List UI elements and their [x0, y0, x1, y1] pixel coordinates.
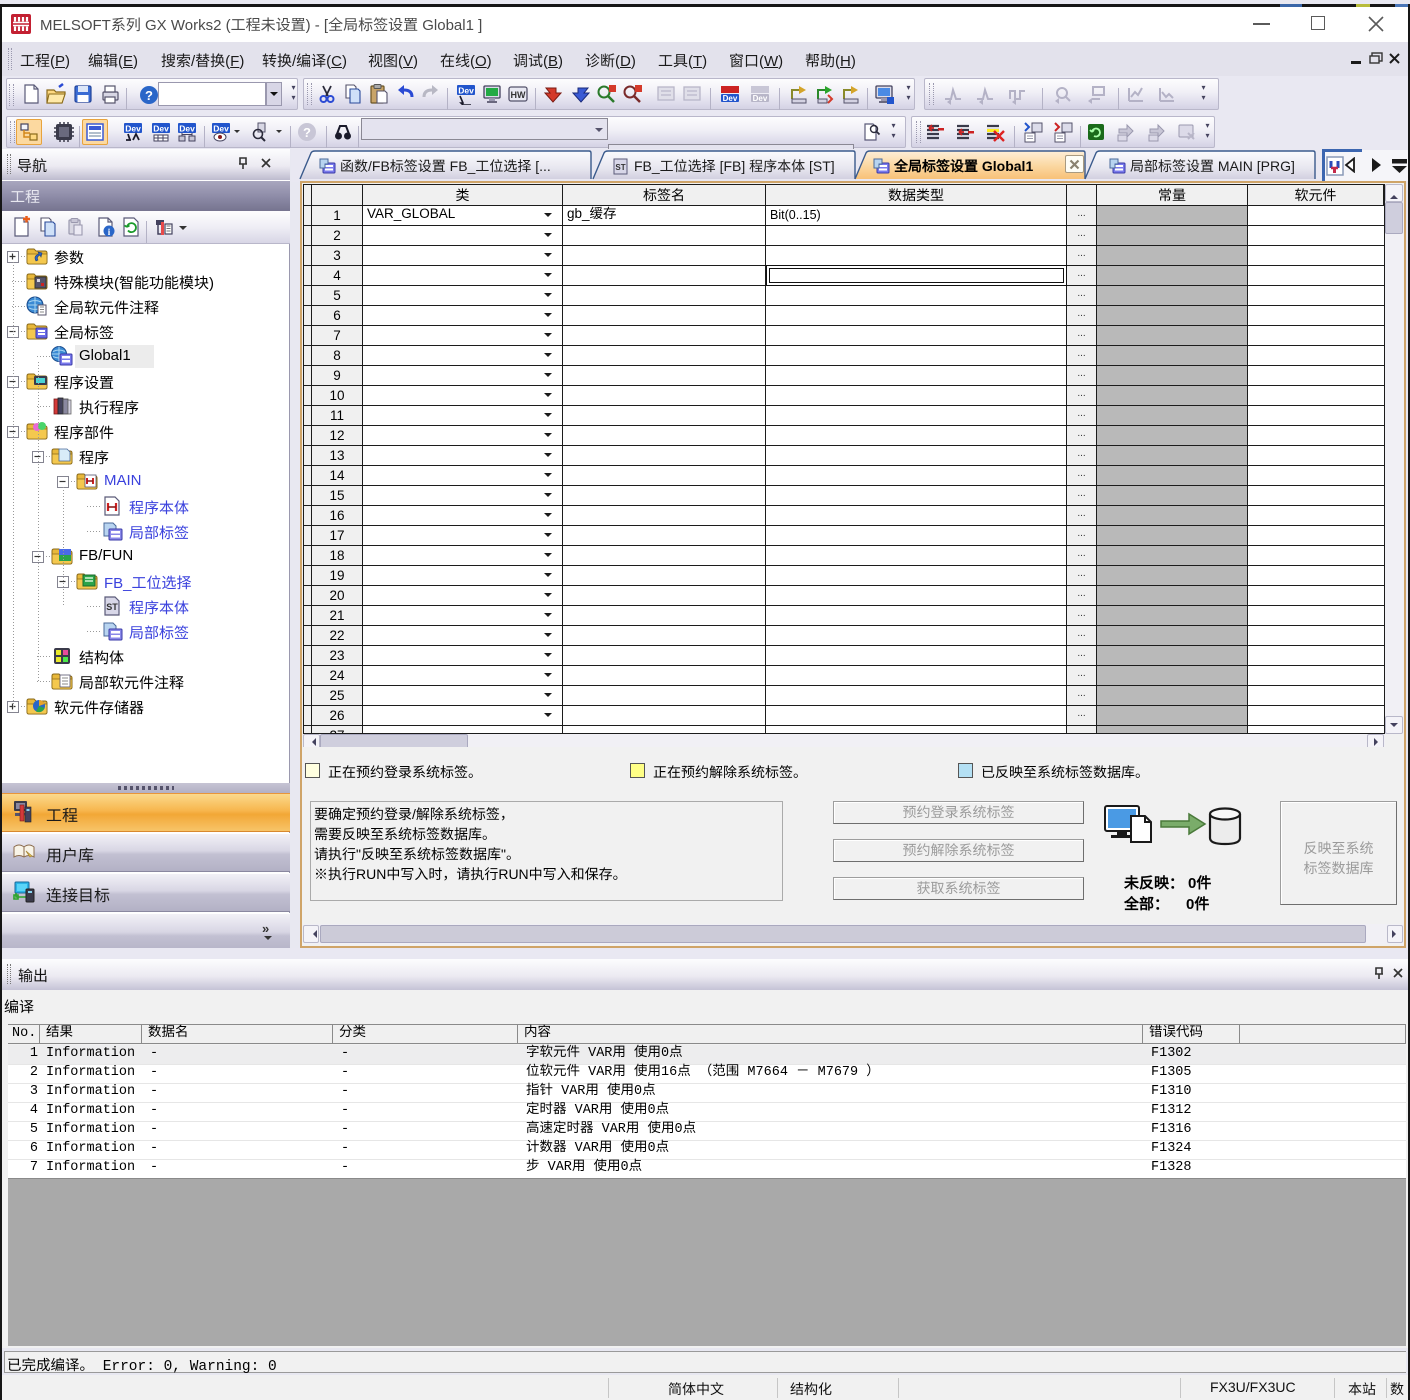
svg-text:Dev: Dev [125, 124, 141, 134]
svg-text:Dev: Dev [179, 124, 195, 134]
svg-text:Dev: Dev [723, 94, 738, 103]
svg-text:ST: ST [106, 602, 118, 612]
svg-text:Dev: Dev [753, 94, 768, 103]
svg-text:?: ? [303, 125, 311, 140]
svg-text:Dev: Dev [213, 124, 229, 134]
svg-text:?: ? [145, 88, 153, 103]
svg-text:Dev: Dev [458, 86, 474, 96]
svg-text:Dev: Dev [153, 124, 169, 134]
svg-text:ST: ST [615, 163, 625, 172]
svg-text:HW: HW [511, 90, 526, 100]
